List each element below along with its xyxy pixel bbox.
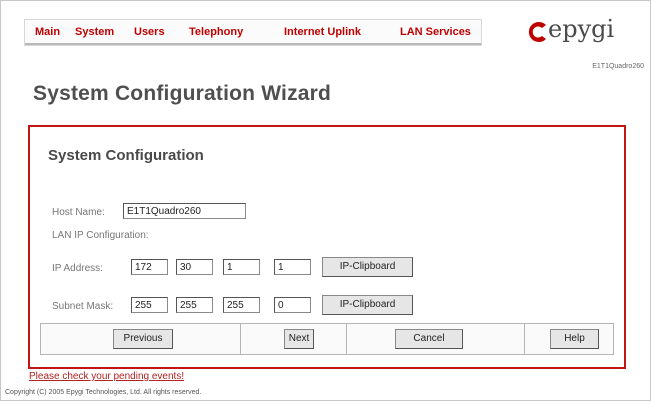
nav-internet-uplink[interactable]: Internet Uplink [284,26,361,38]
ip-octet-4[interactable] [274,259,311,275]
lan-ip-config-label: LAN IP Configuration: [52,230,149,241]
nav-main[interactable]: Main [35,26,60,38]
mask-octet-2[interactable] [176,297,213,313]
subnet-mask-label: Subnet Mask: [52,301,114,312]
button-bar-divider [346,324,347,354]
page-title: System Configuration Wizard [33,82,332,105]
button-bar-divider [240,324,241,354]
logo-text: epygi [548,15,615,43]
logo-mark-icon [528,22,546,42]
nav-telephony[interactable]: Telephony [189,26,243,38]
panel-title: System Configuration [48,147,204,164]
nav-divider [25,43,481,45]
ip-octet-3[interactable] [223,259,260,275]
device-model: E1T1Quadro260 [592,63,644,70]
ip-octet-2[interactable] [176,259,213,275]
mask-octet-3[interactable] [223,297,260,313]
mask-octet-1[interactable] [131,297,168,313]
nav-users[interactable]: Users [134,26,165,38]
top-navigation: Main System Users Telephony Internet Upl… [24,19,482,46]
nav-lan-services[interactable]: LAN Services [400,26,471,38]
ip-address-clipboard-button[interactable]: IP-Clipboard [322,257,413,277]
subnet-mask-clipboard-button[interactable]: IP-Clipboard [322,295,413,315]
wizard-button-bar: Previous Next Cancel Help [40,323,614,355]
button-bar-divider [524,324,525,354]
ip-octet-1[interactable] [131,259,168,275]
pending-events-link[interactable]: Please check your pending events! [29,371,184,382]
next-button[interactable]: Next [284,329,314,349]
help-button[interactable]: Help [550,329,599,349]
copyright-text: Copyright (C) 2005 Epygi Technologies, L… [5,389,202,396]
nav-system[interactable]: System [75,26,114,38]
host-name-input[interactable] [123,203,246,219]
epygi-logo: epygi [526,15,636,55]
host-name-label: Host Name: [52,207,105,218]
ip-address-label: IP Address: [52,263,103,274]
wizard-panel: System Configuration Host Name: LAN IP C… [28,125,626,369]
previous-button[interactable]: Previous [113,329,173,349]
cancel-button[interactable]: Cancel [395,329,463,349]
mask-octet-4[interactable] [274,297,311,313]
page-frame: Main System Users Telephony Internet Upl… [0,0,651,401]
